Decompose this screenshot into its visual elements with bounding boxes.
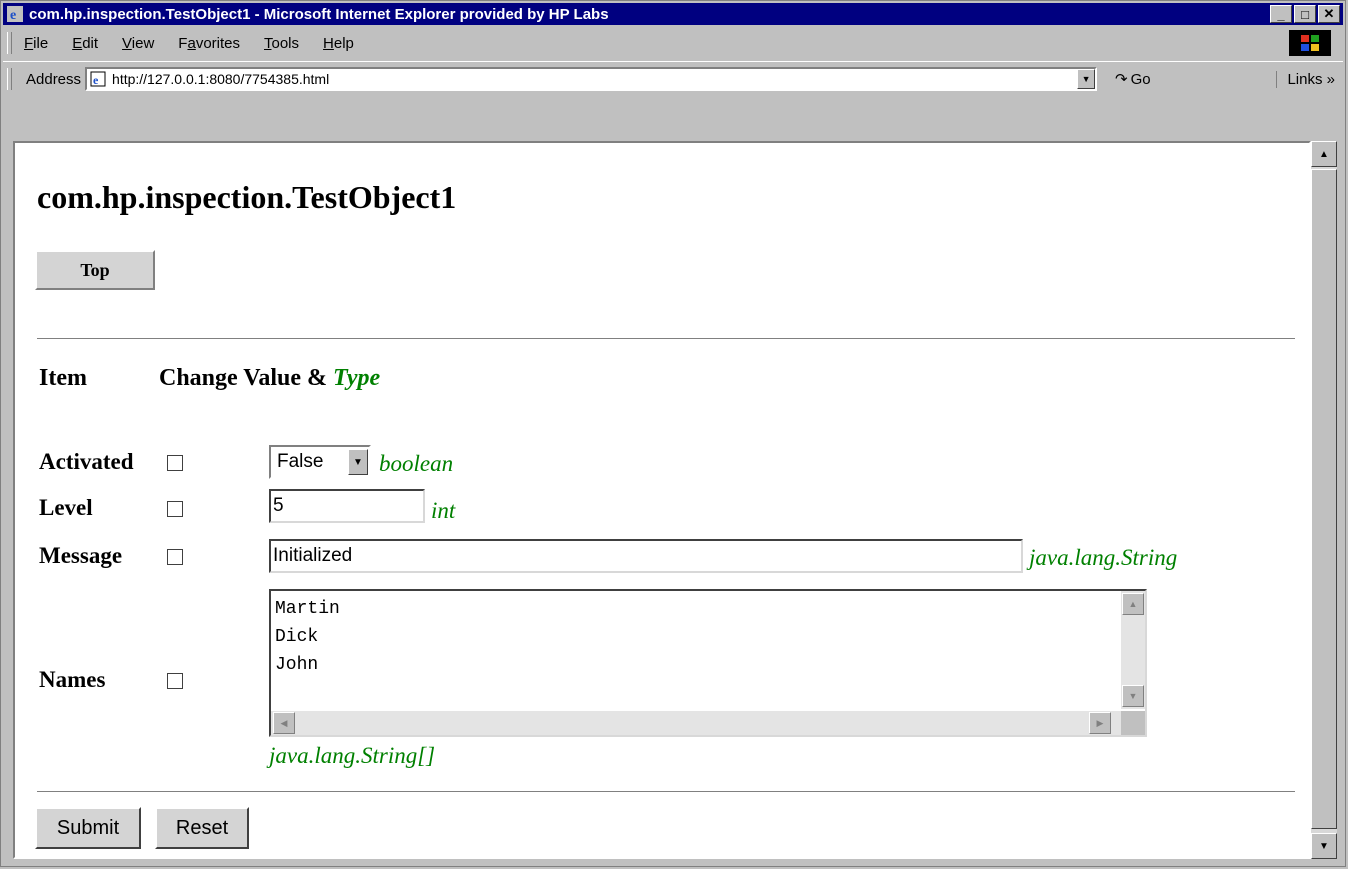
type-names: java.lang.String[] [269,743,436,768]
dropdown-arrow-icon[interactable]: ▼ [348,449,368,475]
menu-file[interactable]: File [24,35,48,52]
reset-button[interactable]: Reset [155,807,249,849]
names-textarea[interactable]: Martin Dick John ▲ ▼ ◀ ▶ [269,589,1147,737]
menu-view[interactable]: View [122,35,154,52]
page-scroll-up-arrow-icon[interactable]: ▲ [1311,141,1337,167]
windows-logo-icon [1289,30,1331,56]
submit-button[interactable]: Submit [35,807,141,849]
menu-tools[interactable]: Tools [264,35,299,52]
address-url: http://127.0.0.1:8080/7754385.html [112,71,330,87]
type-level: int [431,498,456,523]
level-checkbox[interactable] [167,501,183,517]
activated-select[interactable]: False ▼ [269,445,371,479]
names-textarea-text: Martin Dick John [275,599,340,675]
links-button[interactable]: Links » [1276,70,1335,88]
ie-page-icon: e [90,71,106,87]
svg-text:e: e [10,8,16,22]
divider [37,791,1295,793]
title-bar[interactable]: e com.hp.inspection.TestObject1 - Micros… [3,3,1343,25]
page-scroll-down-arrow-icon[interactable]: ▼ [1311,833,1337,859]
level-input[interactable]: 5 [269,489,425,523]
address-grip[interactable] [7,68,12,90]
names-checkbox[interactable] [167,673,183,689]
page-vertical-scrollbar[interactable]: ▲ ▼ [1311,141,1337,859]
column-header-change: Change Value & Type [159,365,381,391]
page-title: com.hp.inspection.TestObject1 [37,179,457,215]
menu-edit[interactable]: Edit [72,35,98,52]
go-button[interactable]: ↷ Go [1115,70,1151,89]
message-input[interactable]: Initialized [269,539,1023,573]
column-header-type: Type [333,365,381,391]
field-label-activated: Activated [39,449,134,474]
scrollbar-thumb[interactable] [1311,169,1337,829]
textarea-corner [1121,711,1145,735]
textarea-vertical-scrollbar[interactable]: ▲ ▼ [1121,591,1145,709]
divider [37,338,1295,340]
textarea-horizontal-scrollbar[interactable]: ◀ ▶ [271,711,1121,735]
page-content: com.hp.inspection.TestObject1 Top Item C… [13,141,1311,859]
minimize-button[interactable]: _ [1270,5,1292,23]
maximize-button[interactable]: □ [1294,5,1316,23]
address-dropdown-arrow-icon[interactable]: ▼ [1077,69,1096,89]
window-title: com.hp.inspection.TestObject1 - Microsof… [29,5,609,23]
activated-checkbox[interactable] [167,455,183,471]
toolbar-grip[interactable] [7,32,12,54]
scroll-right-arrow-icon[interactable]: ▶ [1089,712,1111,734]
address-input[interactable]: e http://127.0.0.1:8080/7754385.html ▼ [85,67,1098,91]
menu-help[interactable]: Help [323,35,354,52]
column-header-item: Item [39,365,87,391]
scroll-left-arrow-icon[interactable]: ◀ [273,712,295,734]
ie-logo-icon: e [7,6,23,22]
menu-favorites[interactable]: Favorites [178,35,240,52]
svg-text:e: e [93,73,99,87]
type-message: java.lang.String [1029,545,1178,570]
scroll-down-arrow-icon[interactable]: ▼ [1122,685,1144,707]
top-button[interactable]: Top [35,250,155,290]
type-activated: boolean [379,451,454,476]
field-label-message: Message [39,543,123,568]
field-label-level: Level [39,495,93,520]
address-label: Address [26,70,82,88]
field-label-names: Names [39,667,106,692]
browser-window: e com.hp.inspection.TestObject1 - Micros… [0,0,1346,867]
address-bar: Address e http://127.0.0.1:8080/7754385.… [3,61,1343,96]
menu-bar: File Edit View Favorites Tools Help [3,28,1343,58]
go-arrow-icon: ↷ [1115,71,1128,88]
close-button[interactable]: ✕ [1318,5,1340,23]
scroll-up-arrow-icon[interactable]: ▲ [1122,593,1144,615]
message-checkbox[interactable] [167,549,183,565]
